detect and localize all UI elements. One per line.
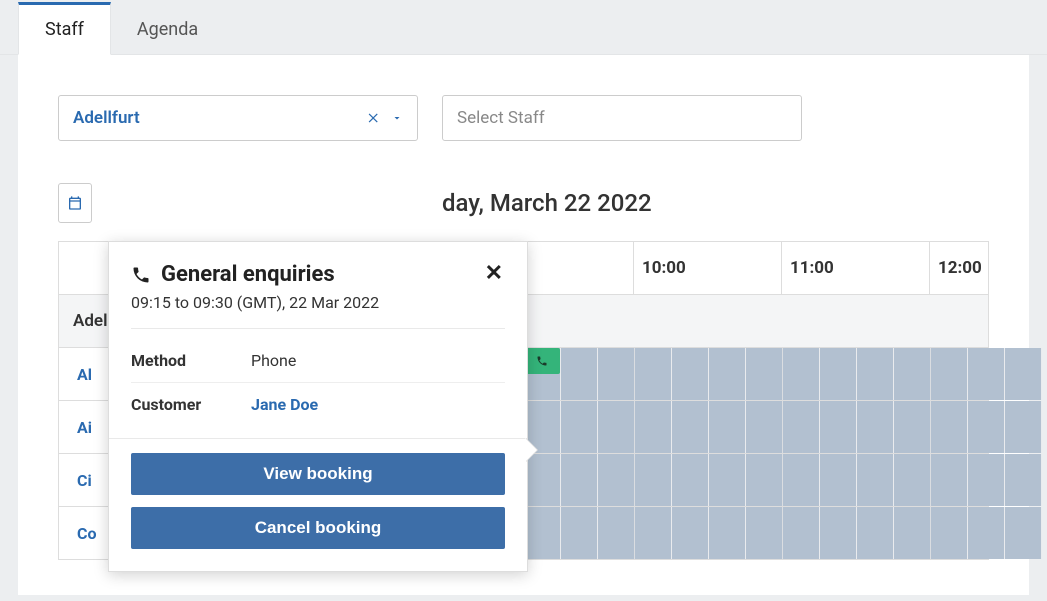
staff-placeholder: Select Staff bbox=[457, 108, 545, 128]
calendar-icon bbox=[67, 195, 83, 211]
popover-time: 09:15 to 09:30 (GMT), 22 Mar 2022 bbox=[109, 293, 527, 328]
method-value: Phone bbox=[251, 351, 296, 370]
page-body: Adellfurt Select Staff bbox=[18, 55, 1029, 595]
time-header: 11:00 bbox=[782, 242, 930, 294]
current-date-title: day, March 22 2022 bbox=[442, 189, 652, 217]
customer-label: Customer bbox=[131, 395, 251, 414]
tabs: Staff Agenda bbox=[0, 2, 1047, 55]
popover-arrow bbox=[525, 438, 537, 462]
phone-icon bbox=[536, 355, 548, 367]
clear-icon[interactable] bbox=[367, 111, 381, 125]
location-value: Adellfurt bbox=[73, 108, 140, 128]
close-icon: ✕ bbox=[485, 262, 503, 284]
tab-staff[interactable]: Staff bbox=[18, 2, 111, 55]
appointment-popover: General enquiries ✕ 09:15 to 09:30 (GMT)… bbox=[108, 241, 528, 572]
date-picker-button[interactable] bbox=[58, 183, 92, 223]
tab-agenda[interactable]: Agenda bbox=[111, 5, 224, 54]
time-header: 10:00 bbox=[634, 242, 782, 294]
customer-link[interactable]: Jane Doe bbox=[251, 395, 318, 414]
method-label: Method bbox=[131, 351, 251, 370]
staff-select[interactable]: Select Staff bbox=[442, 95, 802, 141]
location-select[interactable]: Adellfurt bbox=[58, 95, 418, 141]
popover-title: General enquiries bbox=[161, 262, 335, 287]
phone-icon bbox=[131, 265, 151, 285]
time-header: 12:00 bbox=[930, 242, 1047, 294]
view-booking-button[interactable]: View booking bbox=[131, 453, 505, 495]
cancel-booking-button[interactable]: Cancel booking bbox=[131, 507, 505, 549]
close-button[interactable]: ✕ bbox=[483, 262, 505, 284]
chevron-down-icon[interactable] bbox=[391, 112, 403, 124]
appointment-event[interactable] bbox=[524, 348, 560, 374]
